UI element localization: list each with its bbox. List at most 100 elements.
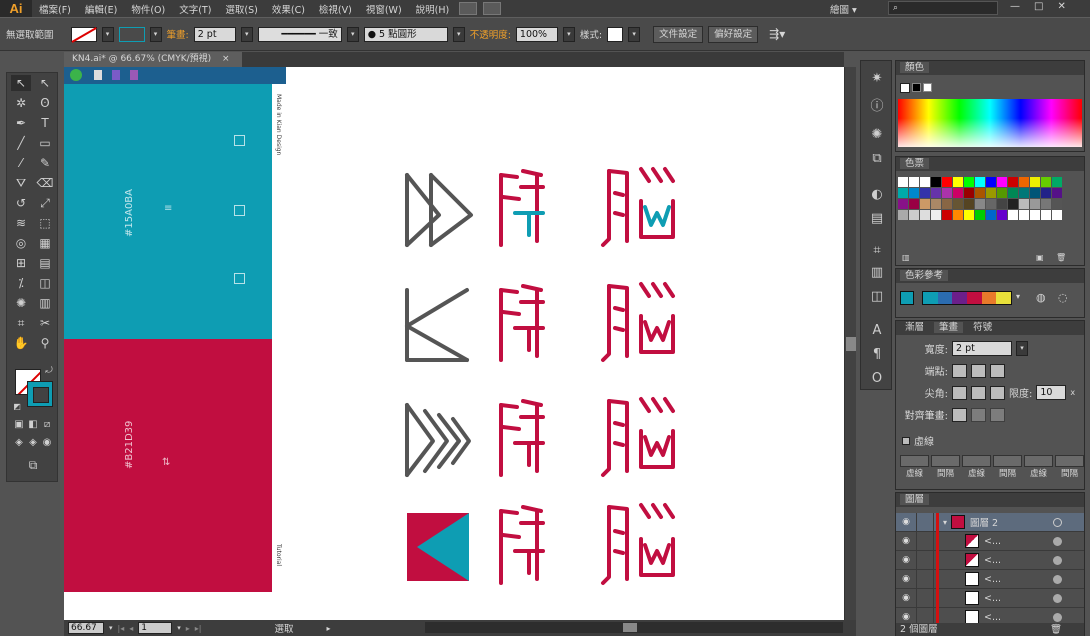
target-circle[interactable] [1053,574,1062,584]
sublayer-row[interactable]: ◉ <... [896,531,1084,551]
swatch-chip[interactable] [1030,210,1040,220]
round-join-button[interactable] [971,385,986,400]
limit-field[interactable]: 10 [1036,385,1067,400]
visibility-eye-icon[interactable]: ◉ [896,574,916,584]
sublayer-name[interactable]: <... [984,536,1044,547]
swatch-chip[interactable] [953,177,963,187]
swatch-chip[interactable] [1019,210,1029,220]
color-black-chip[interactable] [912,83,921,92]
square-cap-button[interactable] [990,363,1005,378]
pen-tool-icon[interactable]: ✒ [11,115,31,131]
swatch-chip[interactable] [975,177,985,187]
blob-brush-icon[interactable]: ⛛ [11,175,31,191]
miter-join-button[interactable] [952,385,967,400]
swatch-chip[interactable] [986,177,996,187]
symbol-sprayer-icon[interactable]: ✺ [11,295,31,311]
screen-mode-icon[interactable]: ⧉ [23,457,43,473]
eyedropper-icon[interactable]: ⁒ [11,275,31,291]
symbols-tab[interactable]: 符號 [968,322,997,333]
artboard-tool-icon[interactable]: ⌗ [11,315,31,331]
menu-object[interactable]: 物件(O) [124,2,172,16]
swatch-chip[interactable] [964,199,974,209]
delete-layer-icon[interactable]: 🗑 [1050,623,1062,636]
edit-colors-icon[interactable]: ◍ [1036,291,1046,304]
close-window-icon[interactable]: ✕ [1057,1,1065,12]
eraser-icon[interactable]: ⌫ [35,175,55,191]
stroke-color-box[interactable] [27,381,53,407]
swatch-chip[interactable] [1030,199,1040,209]
artboard-number-field[interactable]: 1 [138,622,173,634]
zoom-tool-icon[interactable]: ⚲ [35,335,55,351]
selection-tool-icon[interactable]: ↖ [11,75,31,91]
paragraph-icon[interactable]: ¶ [867,347,887,363]
draw-inside-icon[interactable]: ◉ [37,435,57,451]
menu-window[interactable]: 視窗(W) [359,2,409,16]
swatch-chip[interactable] [1008,177,1018,187]
maximize-icon[interactable]: □ [1034,1,1043,12]
style-dropdown[interactable]: ▾ [628,26,641,42]
workspace-switcher[interactable]: 繪圖 ▾ [830,2,857,16]
color-white-chip[interactable] [923,83,932,92]
gap-2-field[interactable] [993,455,1022,467]
line-tool-icon[interactable]: ╱ [11,135,31,151]
swatch-chip[interactable] [1019,177,1029,187]
sublayer-name[interactable]: <... [984,612,1044,623]
swatch-chip[interactable] [1030,188,1040,198]
swatch-chip[interactable] [1008,210,1018,220]
sublayer-name[interactable]: <... [984,574,1044,585]
dash-1-field[interactable] [900,455,929,467]
swatch-chip[interactable] [942,177,952,187]
perspective-grid-icon[interactable]: ▦ [35,235,55,251]
visibility-eye-icon[interactable]: ◉ [896,517,916,527]
layer-row-main[interactable]: ◉ ▾ 圖層 2 [896,512,1084,532]
swatch-chip[interactable] [898,199,908,209]
swatch-chip[interactable] [975,199,985,209]
menu-view[interactable]: 檢視(V) [312,2,359,16]
info-icon[interactable]: ⓘ [867,95,887,114]
swatch-chip[interactable] [1052,210,1062,220]
stroke-tab[interactable]: 筆畫 [934,322,964,333]
menu-select[interactable]: 選取(S) [218,2,264,16]
target-circle[interactable] [1053,612,1062,622]
gap-1-field[interactable] [931,455,960,467]
none-mode-icon[interactable]: ⧄ [37,417,57,433]
swatch-chip[interactable] [997,177,1007,187]
sublayer-name[interactable]: <... [984,555,1044,566]
gradient-tool-icon[interactable]: ▤ [35,255,55,271]
fill-dropdown[interactable]: ▾ [101,26,114,42]
align-icon[interactable]: ▥ [867,265,887,281]
opacity-label[interactable]: 不透明度: [470,27,511,41]
lock-toggle[interactable] [916,512,934,532]
swatch-chip[interactable] [1041,177,1051,187]
menu-file[interactable]: 檔案(F) [32,2,78,16]
dash-3-field[interactable] [1024,455,1053,467]
swatch-chip[interactable] [1052,188,1062,198]
color-panel-tab[interactable]: 顏色 [900,62,930,73]
align-center-button[interactable] [952,407,967,422]
swatch-chip[interactable] [1041,188,1051,198]
swatch-chip[interactable] [953,188,963,198]
guide-harmony-strip[interactable] [922,291,1012,305]
sublayer-row[interactable]: ◉ <... [896,569,1084,589]
swatch-grid[interactable] [898,177,1062,220]
vertical-scrollbar[interactable] [844,67,856,620]
opacity-field[interactable]: 100% [515,26,558,42]
stroke-dropdown[interactable]: ▾ [149,26,162,42]
close-tab-icon[interactable]: × [222,54,230,64]
column-graph-icon[interactable]: ▥ [35,295,55,311]
swatch-chip[interactable] [1019,188,1029,198]
swatch-chip[interactable] [1041,199,1051,209]
opacity-dropdown[interactable]: ▾ [562,26,575,42]
guide-base-color[interactable] [900,291,914,305]
swatch-chip[interactable] [997,188,1007,198]
swatch-chip[interactable] [931,188,941,198]
swatch-chip[interactable] [942,210,952,220]
stroke-width-dropdown[interactable]: ▾ [1016,341,1028,356]
profile-dropdown[interactable]: ▾ [346,26,359,42]
fill-swatch[interactable] [70,26,97,42]
swatch-chip[interactable] [986,188,996,198]
width-tool-icon[interactable]: ≋ [11,215,31,231]
swatch-library-icon[interactable]: ▥ [902,253,910,262]
lasso-icon[interactable]: ʘ [35,95,55,111]
swatch-chip[interactable] [1030,177,1040,187]
